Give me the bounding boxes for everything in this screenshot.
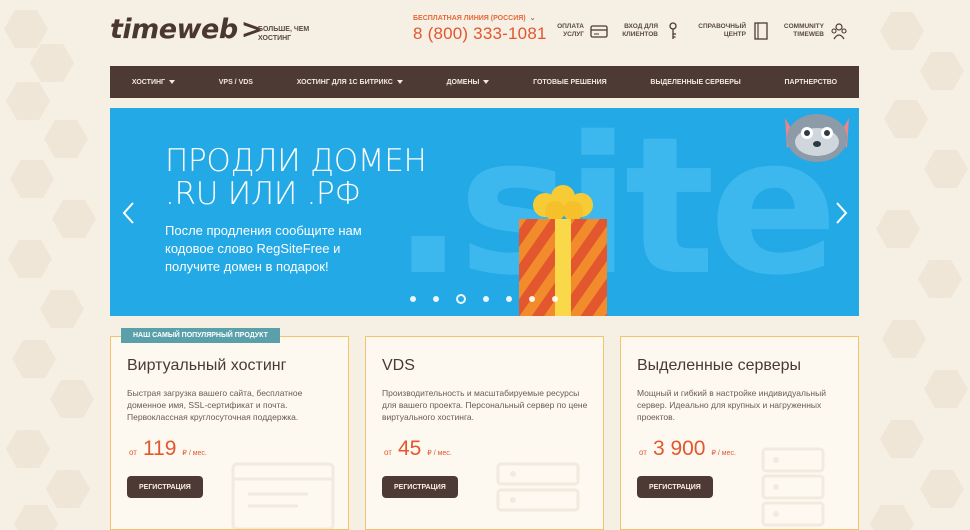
nav-item-label: VPS / VDS: [218, 78, 253, 86]
hotline-phone[interactable]: 8 (800) 333-1081: [413, 24, 547, 44]
carousel-dot[interactable]: [552, 296, 558, 302]
price-unit: ₽ / мес.: [182, 450, 207, 457]
nav-item-bitrix[interactable]: Хостинг для 1С Битрикс: [297, 79, 403, 86]
carousel-prev-button[interactable]: [120, 201, 138, 225]
card-price: от 119 ₽ / мес.: [129, 437, 207, 461]
chevron-right-icon: [836, 202, 848, 224]
carousel-dot[interactable]: [483, 296, 489, 302]
card-title: VDS: [382, 357, 415, 374]
card-virtual-hosting[interactable]: Виртуальный хостинг Быстрая загрузка ваш…: [110, 336, 349, 530]
card-description: Мощный и гибкий в настройке индивидуальн…: [637, 388, 826, 422]
card-vds[interactable]: VDS Производительность и масштабируемые …: [365, 336, 604, 530]
header-link-community[interactable]: Community timeweb: [780, 22, 848, 40]
header-link-login[interactable]: Вход для клиентов: [616, 22, 682, 40]
banner-title: ПРОДЛИ ДОМЕН .RU ИЛИ .РФ: [165, 145, 427, 211]
nav-item-label: Хостинг для 1С Битрикс: [296, 78, 393, 86]
caret-down-icon: [169, 80, 176, 84]
popular-badge: Наш самый популярный продукт: [121, 328, 280, 343]
nav-item-vps[interactable]: VPS / VDS: [219, 79, 253, 86]
logo[interactable]: timeweb >: [110, 14, 263, 45]
header-link-help[interactable]: Справочный центр: [696, 22, 770, 40]
raccoon-mascot-icon: [777, 108, 857, 173]
banner-background-word: .site: [392, 108, 838, 316]
price-from: от: [129, 448, 137, 457]
banner-text: После продления сообщите нам кодовое сло…: [165, 223, 362, 274]
community-icon: [830, 22, 848, 40]
nav-item-label: Готовые решения: [533, 78, 607, 86]
card-title: Выделенные серверы: [637, 357, 802, 374]
card-title: Виртуальный хостинг: [127, 357, 287, 374]
price-value: 45: [397, 437, 422, 460]
server-background-icon: [738, 444, 848, 529]
nav-item-label: Домены: [446, 78, 480, 86]
price-value: 119: [142, 437, 177, 460]
nav-item-domains[interactable]: Домены: [447, 79, 490, 86]
carousel-dot[interactable]: [410, 296, 416, 302]
card-description: Производительность и масштабируемые ресу…: [382, 388, 588, 422]
header-link-label: Community timeweb: [783, 23, 824, 38]
caret-down-icon: [483, 80, 490, 84]
register-button[interactable]: Регистрация: [127, 476, 203, 498]
header-link-label: Вход для клиентов: [622, 23, 658, 38]
nav-item-partners[interactable]: Партнерство: [784, 79, 837, 86]
nav-item-dedicated[interactable]: Выделенные серверы: [650, 79, 740, 86]
nav-item-hosting[interactable]: Хостинг: [131, 78, 176, 86]
carousel-next-button[interactable]: [832, 201, 850, 225]
card-description: Быстрая загрузка вашего сайта, бесплатно…: [127, 388, 303, 422]
vds-background-icon: [483, 454, 593, 529]
register-button[interactable]: Регистрация: [382, 476, 458, 498]
main-nav: Хостинг VPS / VDS Хостинг для 1С Битрикс…: [110, 66, 859, 98]
carousel-dot[interactable]: [506, 296, 512, 302]
header-link-label: Справочный центр: [698, 23, 746, 38]
header: timeweb > Больше, чем хостинг Бесплатная …: [110, 0, 859, 66]
nav-item-label: Хостинг: [131, 78, 166, 86]
page-container: timeweb > Больше, чем хостинг Бесплатная …: [110, 0, 859, 530]
caret-down-icon: [396, 80, 403, 84]
banner-title-line2: .RU ИЛИ .РФ: [165, 176, 361, 212]
hotline-label[interactable]: Бесплатная линия (Россия) ⌄: [413, 14, 536, 22]
banner-title-line1: ПРОДЛИ ДОМЕН: [165, 143, 427, 179]
logo-text: timeweb: [110, 14, 238, 45]
hotline-label-text: Бесплатная линия (Россия): [413, 15, 526, 22]
price-unit: ₽ / мес.: [711, 450, 736, 457]
carousel-dot[interactable]: [529, 296, 535, 302]
price-value: 3 900: [652, 437, 706, 460]
nav-item-label: Партнерство: [784, 78, 838, 86]
header-link-label: Оплата услуг: [557, 23, 584, 38]
price-unit: ₽ / мес.: [427, 450, 452, 457]
carousel-dots: [410, 294, 558, 304]
chevron-left-icon: [122, 202, 134, 224]
price-from: от: [384, 448, 392, 457]
hosting-background-icon: [228, 454, 338, 529]
slogan: Больше, чем хостинг: [258, 26, 310, 42]
carousel-dot[interactable]: [433, 296, 439, 302]
header-link-payment[interactable]: Оплата услуг: [550, 22, 608, 40]
nav-item-label: Выделенные серверы: [650, 78, 741, 86]
product-cards: Виртуальный хостинг Быстрая загрузка ваш…: [110, 328, 859, 530]
card-price: от 3 900 ₽ / мес.: [639, 437, 736, 461]
card-price: от 45 ₽ / мес.: [384, 437, 452, 461]
nav-item-solutions[interactable]: Готовые решения: [533, 79, 607, 86]
price-from: от: [639, 448, 647, 457]
promo-banner[interactable]: .site ПРОДЛИ ДОМЕН .RU ИЛИ .РФ После про…: [110, 108, 859, 316]
key-icon: [664, 22, 682, 40]
carousel-dot-active[interactable]: [456, 294, 466, 304]
book-icon: [752, 22, 770, 40]
wallet-icon: [590, 22, 608, 40]
chevron-down-icon: ⌄: [529, 15, 536, 22]
card-dedicated-servers[interactable]: Выделенные серверы Мощный и гибкий в нас…: [620, 336, 859, 530]
register-button[interactable]: Регистрация: [637, 476, 713, 498]
